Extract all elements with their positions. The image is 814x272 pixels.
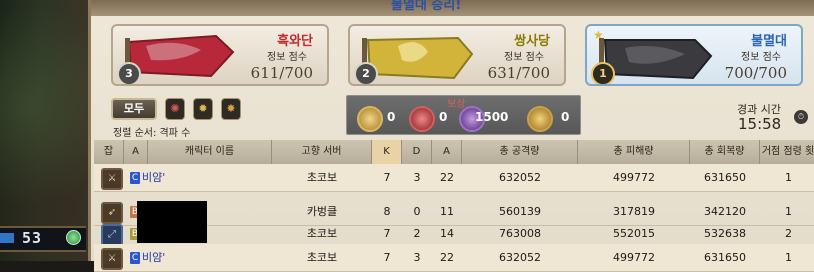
redacted-names-block bbox=[137, 201, 207, 243]
col-damage-dealt[interactable]: 총 공격량 bbox=[462, 140, 578, 164]
game-world-background bbox=[0, 0, 90, 261]
table-header: 잡 A 캐릭터 이름 고향 서버 K D A 총 공격량 총 피해량 총 회복량… bbox=[94, 140, 814, 181]
col-alliance[interactable]: A bbox=[124, 140, 148, 164]
damage-dealt: 632052 bbox=[499, 251, 541, 264]
player-level-bar: 53 bbox=[0, 226, 86, 252]
score-label: 정보 점수 bbox=[267, 52, 307, 63]
team-card-twin-adder: 2 쌍사당 정보 점수 631/700 bbox=[348, 24, 566, 86]
team-card-maelstrom: 3 흑와단 정보 점수 611/700 bbox=[111, 24, 329, 86]
maelstrom-crest-icon: ✺ bbox=[170, 102, 180, 115]
result-title: 불멸대 승리! bbox=[391, 0, 462, 13]
assists: 22 bbox=[440, 251, 454, 264]
deaths: 3 bbox=[413, 171, 421, 184]
twin-adder-crest-icon: ✹ bbox=[198, 102, 208, 115]
team-name: 불멸대 bbox=[751, 34, 787, 49]
team-score: 700/700 bbox=[724, 64, 787, 82]
kills: 7 bbox=[383, 251, 391, 264]
timer-icon: ⏱ bbox=[794, 110, 808, 124]
kills: 7 bbox=[383, 171, 391, 184]
level-progress-fill bbox=[0, 233, 14, 243]
reward-value: 1500 bbox=[475, 110, 509, 124]
sort-order-label: 정렬 순서: 격파 수 bbox=[113, 128, 191, 139]
team-name: 쌍사당 bbox=[514, 34, 550, 49]
deaths: 3 bbox=[413, 251, 421, 264]
header-strip: 불멸대 승리! bbox=[91, 0, 814, 16]
table-row[interactable]: ⚔ C 비얌' 초코보 7 3 22 632052 499772 631650 … bbox=[94, 244, 814, 272]
rewards-panel: 보상 0 0 1500 0 bbox=[346, 95, 581, 135]
col-assists[interactable]: A bbox=[432, 140, 462, 164]
team-name: 흑와단 bbox=[277, 34, 313, 49]
pvp-results-panel: 불멸대 승리! 3 흑와단 정보 점수 611/700 2 쌍사당 정보 점수 … bbox=[88, 0, 814, 272]
reward-value: 0 bbox=[439, 110, 448, 124]
job-dragoon-icon: ⚔ bbox=[101, 168, 123, 190]
alliance-tag: C bbox=[130, 252, 140, 264]
score-label: 정보 점수 bbox=[504, 52, 544, 63]
captures: 1 bbox=[785, 251, 792, 264]
team-card-immortal-flames: ★ 1 불멸대 정보 점수 700/700 bbox=[585, 24, 803, 86]
team-rank-badge: 1 bbox=[591, 62, 615, 84]
score-label: 정보 점수 bbox=[741, 52, 781, 63]
hp-restored: 631650 bbox=[704, 171, 746, 184]
damage-taken: 499772 bbox=[613, 251, 655, 264]
col-character-name[interactable]: 캐릭터 이름 bbox=[148, 140, 272, 164]
hp-restored: 631650 bbox=[704, 251, 746, 264]
col-home-world[interactable]: 고향 서버 bbox=[272, 140, 372, 164]
player-level: 53 bbox=[22, 229, 43, 247]
captures: 1 bbox=[785, 171, 792, 184]
character-name: 비얌' bbox=[142, 251, 166, 264]
table-row[interactable]: ⚔ C 비얌' 초코보 7 3 22 632052 499772 631650 … bbox=[94, 164, 814, 192]
team-score: 631/700 bbox=[487, 64, 550, 82]
col-kills[interactable]: K bbox=[372, 140, 402, 164]
gold-seal-icon bbox=[357, 106, 383, 132]
col-damage-taken[interactable]: 총 피해량 bbox=[578, 140, 690, 164]
medal-icon bbox=[527, 106, 553, 132]
job-dragoon-icon: ⤢ bbox=[101, 224, 123, 246]
home-world: 초코보 bbox=[306, 251, 338, 264]
col-hp-restored[interactable]: 총 회복량 bbox=[690, 140, 760, 164]
reward-value: 0 bbox=[387, 110, 396, 124]
gem-icon bbox=[66, 230, 81, 245]
character-name: 비얌' bbox=[142, 171, 166, 184]
job-dragoon-icon: ⚔ bbox=[101, 248, 123, 270]
elapsed-time-value: 15:58 bbox=[738, 115, 782, 133]
red-seal-icon bbox=[409, 106, 435, 132]
filter-immortal-flames-button[interactable]: ✸ bbox=[221, 98, 241, 120]
damage-dealt: 632052 bbox=[499, 171, 541, 184]
assists: 22 bbox=[440, 171, 454, 184]
team-rank-badge: 3 bbox=[117, 62, 141, 84]
filter-twin-adder-button[interactable]: ✹ bbox=[193, 98, 213, 120]
filter-all-button[interactable]: 모두 bbox=[111, 98, 157, 120]
filter-maelstrom-button[interactable]: ✺ bbox=[165, 98, 185, 120]
damage-taken: 499772 bbox=[613, 171, 655, 184]
col-job[interactable]: 잡 bbox=[94, 140, 124, 164]
rewards-title: 보상 bbox=[447, 99, 466, 110]
team-rank-badge: 2 bbox=[354, 62, 378, 84]
team-score: 611/700 bbox=[250, 64, 313, 82]
home-world: 초코보 bbox=[306, 171, 338, 184]
col-deaths[interactable]: D bbox=[402, 140, 432, 164]
alliance-tag: C bbox=[130, 172, 140, 184]
reward-value: 0 bbox=[561, 110, 570, 124]
immortal-flames-crest-icon: ✸ bbox=[226, 102, 236, 115]
col-captures[interactable]: 거점 점령 횟수 bbox=[760, 140, 814, 181]
